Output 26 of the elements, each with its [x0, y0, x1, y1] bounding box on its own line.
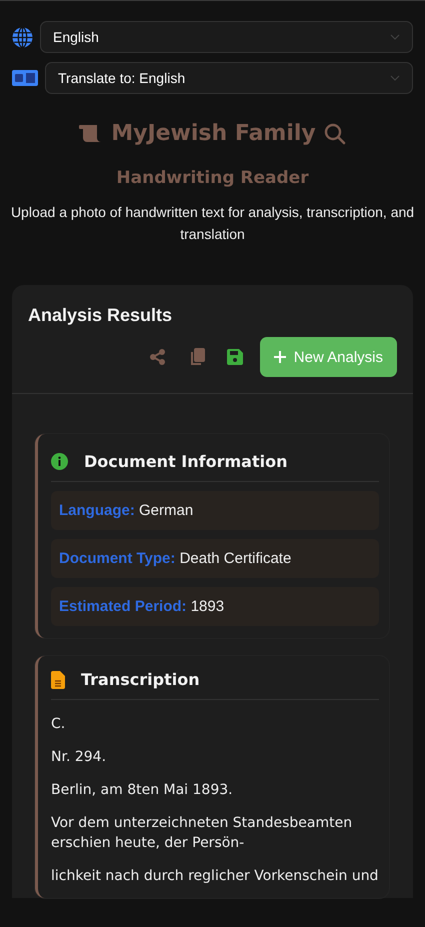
page-description: Upload a photo of handwritten text for analysis, transcription, and translation [10, 203, 416, 244]
results-title: Analysis Results [28, 305, 174, 326]
field-value: German [139, 502, 194, 519]
plus-icon [274, 351, 286, 363]
transcription-line: Berlin, am 8ten Mai 1893. [51, 781, 234, 800]
transcription-line: C. [51, 715, 66, 734]
field-value: 1893 [190, 598, 224, 615]
field-label: Estimated Period: [59, 598, 187, 615]
field-label: Document Type: [59, 550, 176, 567]
language-select[interactable]: English [40, 21, 413, 53]
search-icon[interactable] [324, 122, 346, 144]
section-title: Transcription [81, 670, 200, 689]
document-icon [51, 670, 65, 688]
page-subtitle: Handwriting Reader [116, 168, 309, 188]
translate-select[interactable]: Translate to: English [45, 62, 413, 94]
transcription-line: lichkeit nach durch reglicher Vorkenschein und [51, 867, 379, 886]
chevron-icon [390, 34, 400, 40]
field-label: Language: [59, 502, 135, 519]
app-title: MyJewish Family [111, 121, 316, 146]
section-title: Document Information [84, 452, 288, 471]
chevron-icon [390, 75, 400, 81]
transcription-line: Nr. 294. [51, 748, 108, 767]
transcription-line: Vor dem unterzeichneten Standesbeamten erschien heute, der Persön- [51, 814, 354, 853]
globe-icon [12, 26, 33, 48]
field-value: Death Certificate [180, 550, 292, 567]
info-icon [51, 453, 68, 470]
